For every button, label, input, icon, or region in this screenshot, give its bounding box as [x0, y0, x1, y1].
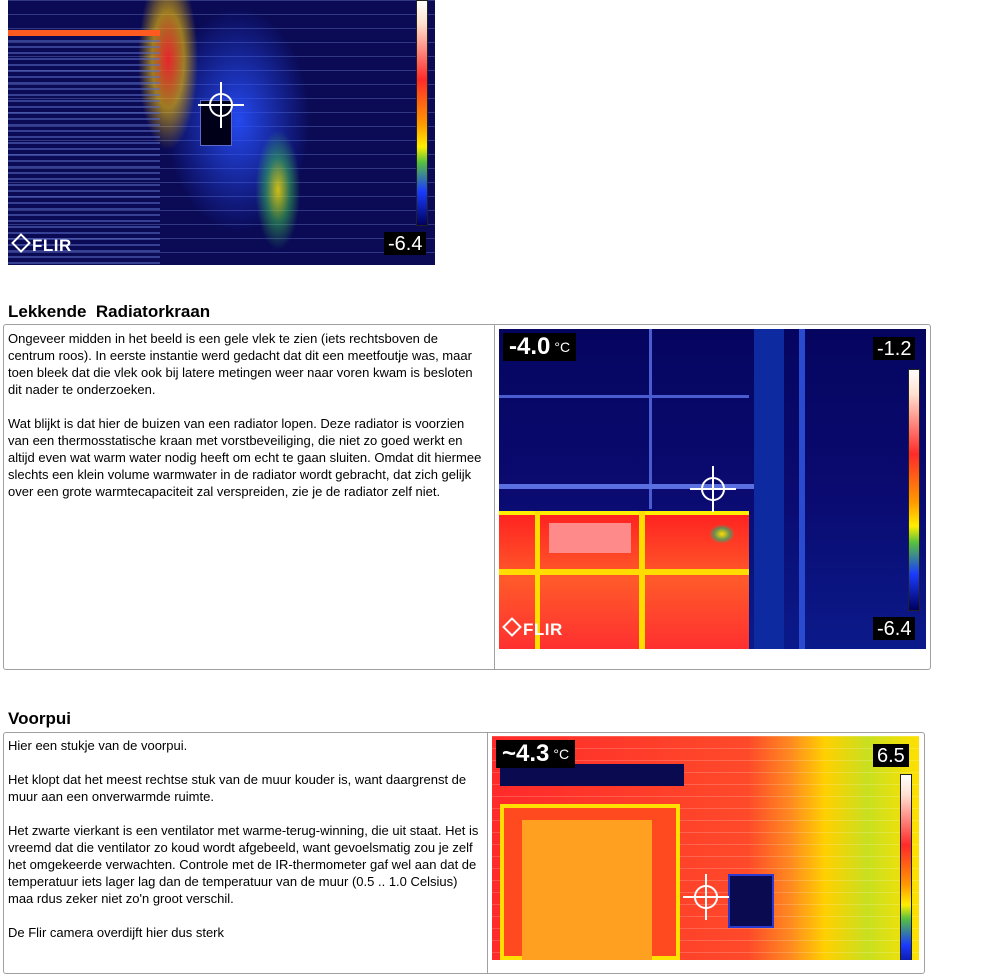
- window-frame: [8, 30, 160, 36]
- window-mullion: [499, 395, 749, 398]
- window-frame-yellow: [639, 511, 645, 649]
- ventilator-square: [728, 874, 774, 928]
- paragraph: De Flir camera overdijft hier dus sterk: [8, 925, 225, 940]
- scale-min-label: -6.4: [384, 232, 427, 255]
- section-title-voorpui: Voorpui: [8, 709, 71, 728]
- paragraph: Het zwarte vierkant is een ventilator me…: [8, 823, 479, 906]
- temperature-scale: [908, 369, 920, 611]
- scale-max-label: -1.2: [873, 337, 916, 360]
- column-divider: [494, 325, 495, 669]
- paragraph: Het klopt dat het meest rechtse stuk van…: [8, 772, 467, 804]
- wall-strip: [754, 329, 784, 649]
- temperature-scale: [416, 0, 428, 226]
- window-panel-pink: [549, 523, 631, 553]
- drainpipe: [799, 329, 805, 649]
- spot-temperature-readout: -4.0 °C: [503, 333, 577, 361]
- thermal-image-voorpui: ~4.3 °C 6.5: [492, 736, 919, 960]
- temperature-scale: [900, 774, 912, 960]
- section-title-radiatorkraan: Lekkende Radiatorkraan: [8, 302, 211, 321]
- crosshair-icon: [683, 874, 729, 920]
- paragraph: Hier een stukje van de voorpui.: [8, 738, 188, 753]
- scale-max-label: 6.5: [873, 744, 909, 767]
- paragraph: Ongeveer midden in het beeld is een gele…: [8, 331, 473, 397]
- section-text-radiatorkraan: Ongeveer midden in het beeld is een gele…: [8, 330, 486, 517]
- flir-logo: FLIR: [11, 233, 72, 256]
- door-panel: [522, 820, 652, 960]
- thermal-image-top: -6.4 FLIR: [8, 0, 435, 265]
- crosshair-icon: [690, 466, 736, 512]
- flir-logo: FLIR: [502, 617, 563, 640]
- section-text-voorpui: Hier een stukje van de voorpui. Het klop…: [8, 737, 480, 958]
- scale-min-label: -6.4: [873, 617, 916, 640]
- thermal-image-radiatorkraan: -4.0 °C -1.2 -6.4 FLIR: [499, 329, 926, 649]
- paragraph: Wat blijkt is dat hier de buizen van een…: [8, 416, 482, 499]
- column-divider: [487, 733, 488, 973]
- window-mullion: [649, 329, 652, 509]
- crosshair-icon: [198, 82, 244, 128]
- spot-temperature-readout: ~4.3 °C: [496, 740, 576, 768]
